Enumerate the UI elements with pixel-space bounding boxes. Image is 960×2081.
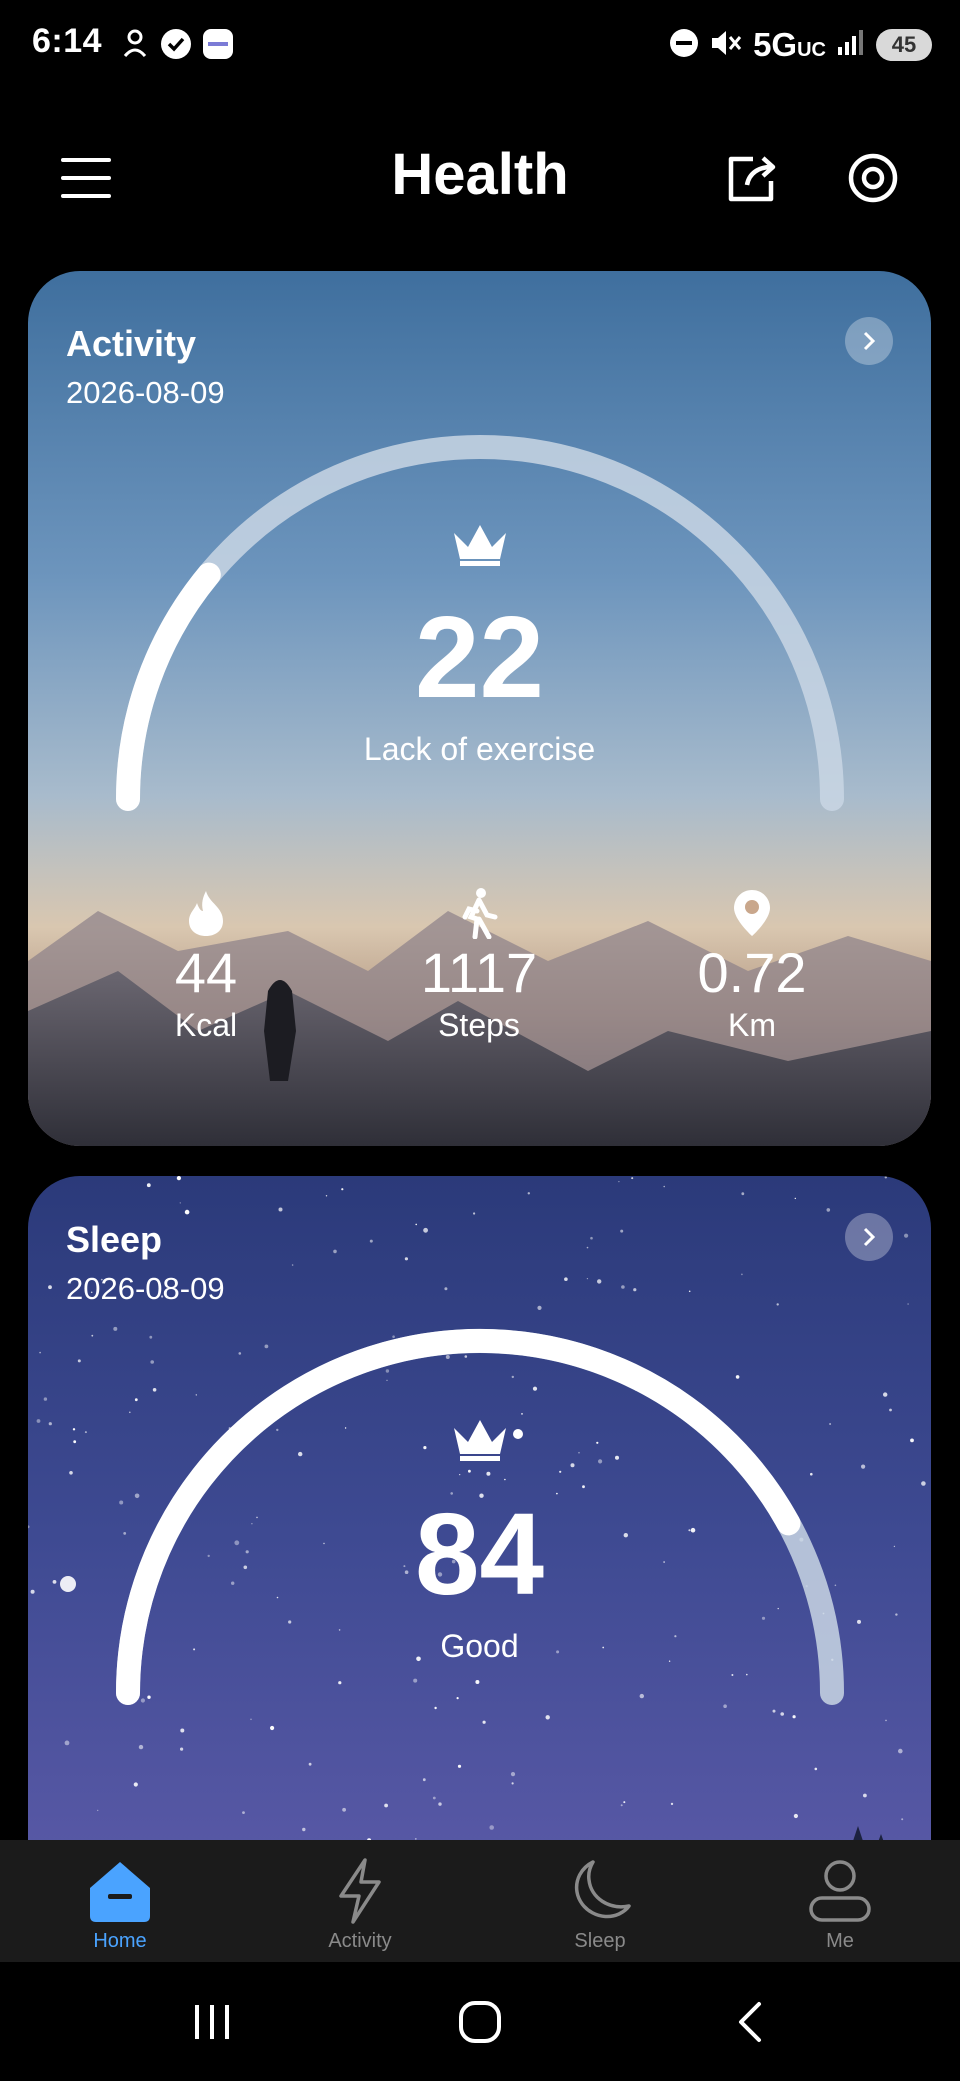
app-notification-icon [202,28,234,65]
nav-sleep[interactable]: Sleep [480,1840,720,1962]
metric-steps: 1117 Steps [379,887,579,1044]
metric-kcal: 44 Kcal [106,887,306,1044]
nav-label: Me [826,1930,854,1952]
flame-icon [106,887,306,939]
activity-card[interactable]: Activity 2026-08-09 22 Lack of exercise … [28,271,931,1146]
sleep-card[interactable]: Sleep 2026-08-09 84 Good [28,1176,931,1896]
nav-label: Sleep [574,1930,626,1952]
back-icon[interactable] [718,1990,782,2054]
sleep-score: 84 [414,1489,545,1619]
metric-unit: Steps [438,1007,520,1043]
nav-home[interactable]: Home [0,1840,240,1962]
target-icon[interactable] [841,146,905,210]
metric-value: 1117 [420,941,538,1004]
crown-icon [448,1414,512,1467]
network-label: 5GUC [753,26,826,63]
battery-indicator: 45 [876,29,932,61]
home-button-icon[interactable] [448,1990,512,2054]
nav-label: Home [93,1930,147,1952]
check-circle-icon [160,28,192,65]
app-header: Health [0,86,960,266]
status-bar: 6:14 5GUC 45 [0,0,960,86]
recent-apps-icon[interactable] [180,1990,244,2054]
walking-icon [379,887,579,939]
dnd-icon [669,28,699,63]
status-time: 6:14 [32,22,103,60]
lightning-icon [335,1856,385,1926]
moon-icon [567,1856,633,1926]
status-indicators: 5GUC 45 [669,22,932,68]
system-navigation-bar [0,1962,960,2081]
nav-activity[interactable]: Activity [240,1840,480,1962]
share-icon[interactable] [720,146,784,210]
metric-value: 44 [174,941,238,1004]
nav-label: Activity [328,1930,392,1952]
person-icon [807,1856,873,1926]
activity-score: 22 [414,592,545,722]
person-notification-icon [122,28,148,65]
crown-icon [448,519,512,572]
signal-icon [836,29,866,62]
mute-icon [709,27,743,64]
metric-unit: Km [728,1007,776,1043]
sleep-status: Good [440,1628,519,1664]
metric-unit: Kcal [174,1007,238,1043]
location-pin-icon [652,887,852,939]
metric-value: 0.72 [697,941,807,1004]
nav-me[interactable]: Me [720,1840,960,1962]
metric-distance: 0.72 Km [652,887,852,1044]
page-title: Health [391,142,569,207]
home-icon [86,1856,154,1926]
bottom-nav: Home Activity Sleep Me [0,1840,960,1962]
activity-status: Lack of exercise [363,731,596,767]
